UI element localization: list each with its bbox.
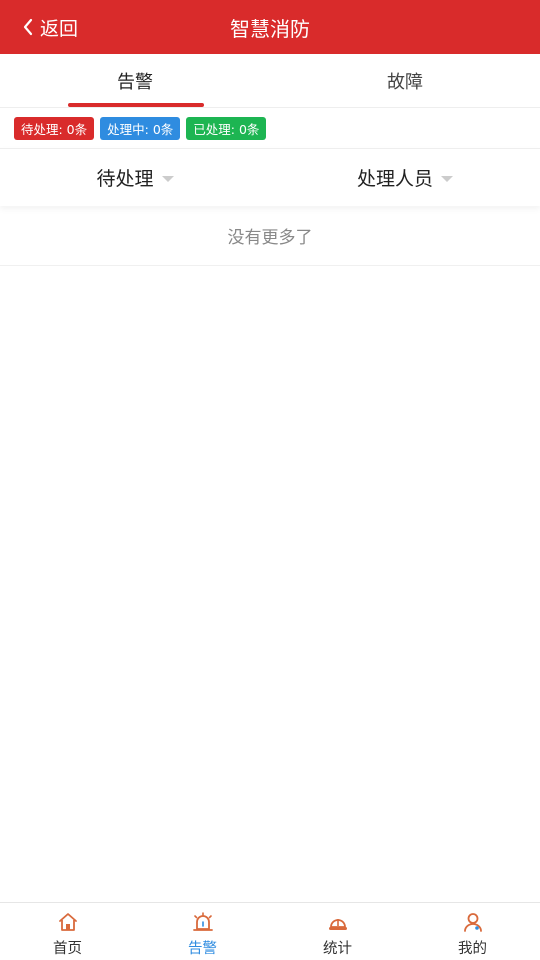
chevron-left-icon xyxy=(22,18,34,36)
caret-down-icon xyxy=(441,175,453,182)
tabbar-item-home[interactable]: 首页 xyxy=(0,903,135,960)
helmet-icon xyxy=(327,911,349,933)
back-button[interactable]: 返回 xyxy=(22,0,78,54)
done-count-badge[interactable]: 已处理: 0条 xyxy=(186,117,267,140)
processing-count-badge[interactable]: 处理中: 0条 xyxy=(100,117,181,140)
filter-bar: 待处理 处理人员 xyxy=(0,148,540,206)
tab-fault[interactable]: 故障 xyxy=(270,54,540,107)
page-title: 智慧消防 xyxy=(230,16,310,41)
user-icon xyxy=(462,911,484,933)
tab-alarm[interactable]: 告警 xyxy=(0,54,270,107)
tabbar-item-stats[interactable]: 统计 xyxy=(270,903,405,960)
status-filter-dropdown[interactable]: 待处理 xyxy=(0,149,270,206)
tabbar-label-alarm: 告警 xyxy=(188,941,217,957)
status-filter-label: 待处理 xyxy=(96,168,154,190)
tabbar-item-mine[interactable]: 我的 xyxy=(405,903,540,960)
home-icon xyxy=(57,911,79,933)
app-header: 返回 智慧消防 xyxy=(0,0,540,54)
alarm-list xyxy=(0,266,540,902)
active-tab-indicator xyxy=(68,103,204,107)
back-label: 返回 xyxy=(40,17,79,40)
tabbar-label-home: 首页 xyxy=(53,941,82,957)
tabbar-label-mine: 我的 xyxy=(458,941,487,957)
handler-filter-dropdown[interactable]: 处理人员 xyxy=(270,149,540,206)
list-end-text: 没有更多了 xyxy=(0,206,540,266)
tabbar-item-alarm[interactable]: 告警 xyxy=(135,903,270,960)
alarm-icon xyxy=(192,911,214,933)
handler-filter-label: 处理人员 xyxy=(356,168,433,190)
tab-bar: 告警 故障 xyxy=(0,54,540,108)
tab-alarm-label: 告警 xyxy=(117,71,153,93)
pending-count-badge[interactable]: 待处理: 0条 xyxy=(14,117,95,140)
tab-fault-label: 故障 xyxy=(387,71,423,93)
caret-down-icon xyxy=(161,175,174,182)
status-summary: 待处理: 0条 处理中: 0条 已处理: 0条 xyxy=(14,117,267,140)
tabbar-label-stats: 统计 xyxy=(323,941,352,957)
bottom-tabbar: 首页 告警 统计 我的 xyxy=(0,902,540,960)
